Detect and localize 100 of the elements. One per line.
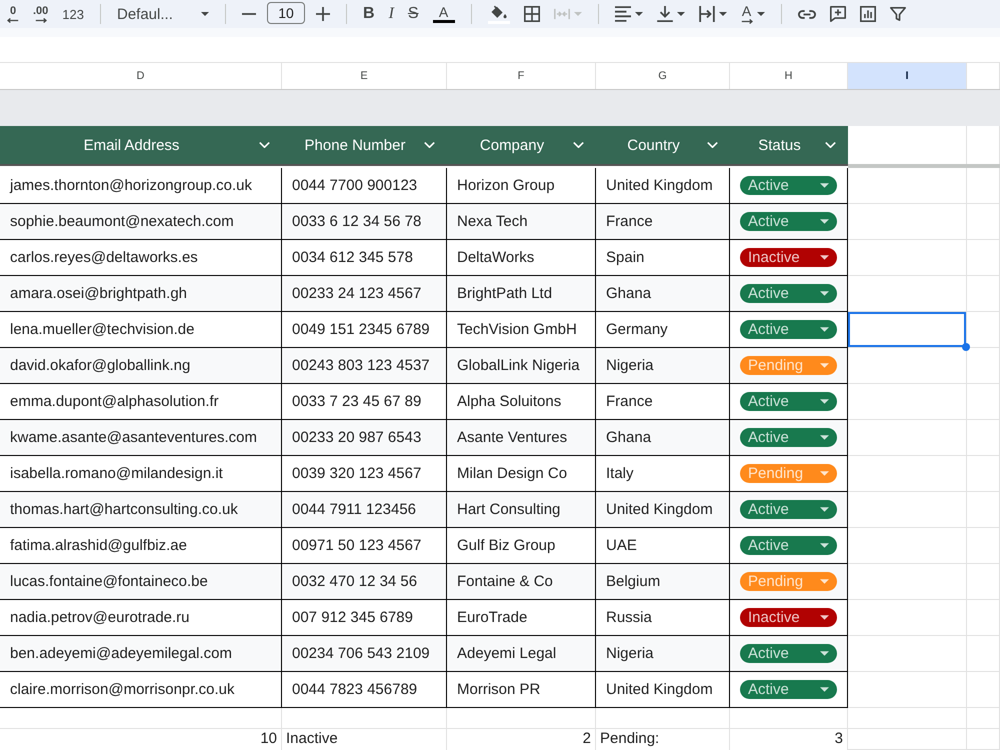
plus-icon (316, 7, 330, 21)
caret-icon (820, 543, 829, 548)
empty-cell[interactable] (447, 708, 596, 729)
table-cell: isabella.romano@milandesign.it (0, 456, 282, 492)
column-title: Company (478, 136, 546, 154)
table-cell: james.thornton@horizongroup.co.uk (0, 168, 282, 204)
summary-cell: 3 (730, 729, 848, 750)
arrow-right-icon (740, 19, 753, 24)
chevron-down-icon[interactable] (424, 142, 435, 148)
empty-cell[interactable] (967, 420, 1000, 456)
status-dropdown[interactable]: Active (740, 392, 837, 411)
caret-icon (820, 651, 829, 656)
empty-cell[interactable] (848, 729, 967, 750)
status-dropdown[interactable]: Active (740, 284, 837, 303)
empty-cell[interactable] (967, 600, 1000, 636)
empty-cell[interactable] (967, 348, 1000, 384)
empty-cell[interactable] (967, 672, 1000, 708)
chevron-down-icon[interactable] (707, 142, 718, 148)
strikethrough-button[interactable]: S (404, 2, 423, 26)
status-dropdown[interactable]: Active (740, 680, 837, 699)
empty-cell[interactable] (282, 708, 447, 729)
empty-cell[interactable] (967, 204, 1000, 240)
caret-icon (820, 399, 829, 404)
table-cell: Gulf Biz Group (447, 528, 596, 564)
caret-icon (634, 12, 643, 16)
status-dropdown[interactable]: Active (740, 500, 837, 519)
caret-icon (820, 579, 829, 584)
empty-cell[interactable] (967, 312, 1000, 348)
caret-icon (820, 291, 829, 296)
table-cell: Asante Ventures (447, 420, 596, 456)
table-cell: Germany (596, 312, 730, 348)
table-cell: carlos.reyes@deltaworks.es (0, 240, 282, 276)
caret-icon (201, 12, 209, 16)
empty-cell[interactable] (967, 708, 1000, 729)
selected-cell[interactable] (848, 312, 967, 348)
empty-cell[interactable] (848, 708, 967, 729)
arrow-left-icon (7, 18, 19, 22)
paint-bucket-icon (490, 4, 507, 20)
column-header[interactable]: I (848, 63, 967, 89)
freeze-bar[interactable] (848, 164, 1000, 168)
status-dropdown[interactable]: Active (740, 644, 837, 663)
empty-cell[interactable] (967, 636, 1000, 672)
column-title: Phone Number (304, 136, 406, 154)
empty-cell[interactable] (967, 456, 1000, 492)
status-dropdown[interactable]: Active (740, 212, 837, 231)
fill-handle[interactable] (962, 343, 970, 351)
column-title: Email Address (82, 136, 180, 154)
chevron-down-icon[interactable] (825, 142, 836, 148)
table-cell: Nexa Tech (447, 204, 596, 240)
status-dropdown[interactable]: Active (740, 320, 837, 339)
font-dropdown[interactable]: Defaul... (113, 2, 213, 26)
table-cell: Alpha Soluitons (447, 384, 596, 420)
empty-cell[interactable] (967, 168, 1000, 204)
status-dropdown[interactable]: Inactive (740, 248, 837, 267)
status-dropdown[interactable]: Active (740, 428, 837, 447)
table-cell: david.okafor@globallink.ng (0, 348, 282, 384)
minus-icon (242, 13, 256, 15)
decrease-decimal-button[interactable]: 0 (3, 2, 23, 26)
empty-cell[interactable] (967, 276, 1000, 312)
merge-cells-icon (554, 6, 570, 22)
empty-cell[interactable] (730, 708, 848, 729)
table-cell: Horizon Group (447, 168, 596, 204)
caret-icon (820, 615, 829, 620)
summary-cell: Inactive (282, 729, 447, 750)
table-cell: 00233 24 123 4567 (282, 276, 447, 312)
table-cell: nadia.petrov@eurotrade.ru (0, 600, 282, 636)
empty-cell[interactable] (967, 240, 1000, 276)
bold-button[interactable]: B (359, 2, 379, 26)
italic-button[interactable]: I (384, 2, 398, 26)
empty-cell[interactable] (596, 708, 730, 729)
table-cell: 00243 803 123 4537 (282, 348, 447, 384)
table-cell: lena.mueller@techvision.de (0, 312, 282, 348)
table-cell: BrightPath Ltd (447, 276, 596, 312)
text-rotation-button[interactable]: A (736, 2, 769, 26)
chevron-down-icon[interactable] (259, 142, 270, 148)
status-dropdown[interactable]: Inactive (740, 608, 837, 627)
table-cell: Adeyemi Legal (447, 636, 596, 672)
status-dropdown[interactable]: Active (740, 536, 837, 555)
font-size-field[interactable]: 10 (267, 2, 305, 24)
status-dropdown[interactable]: Active (740, 176, 837, 195)
table-cell: thomas.hart@hartconsulting.co.uk (0, 492, 282, 528)
empty-cell[interactable] (967, 492, 1000, 528)
caret-icon (756, 12, 765, 16)
number-format-button[interactable]: 123 (58, 2, 88, 26)
table-cell: 0039 320 123 4567 (282, 456, 447, 492)
increase-decimal-button[interactable]: .00 (29, 2, 52, 26)
text-color-button[interactable]: A (428, 2, 459, 26)
empty-cell[interactable] (967, 528, 1000, 564)
table-cell: 00233 20 987 6543 (282, 420, 447, 456)
empty-cell[interactable] (967, 729, 1000, 750)
chevron-down-icon[interactable] (573, 142, 584, 148)
empty-cell[interactable] (967, 384, 1000, 420)
table-cell: sophie.beaumont@nexatech.com (0, 204, 282, 240)
empty-cell[interactable] (967, 564, 1000, 600)
arrow-right-icon (34, 18, 47, 22)
column-title: Status (757, 136, 802, 154)
caret-icon (820, 507, 829, 512)
empty-cell[interactable] (0, 708, 282, 729)
table-cell: DeltaWorks (447, 240, 596, 276)
table-cell: 0034 612 345 578 (282, 240, 447, 276)
